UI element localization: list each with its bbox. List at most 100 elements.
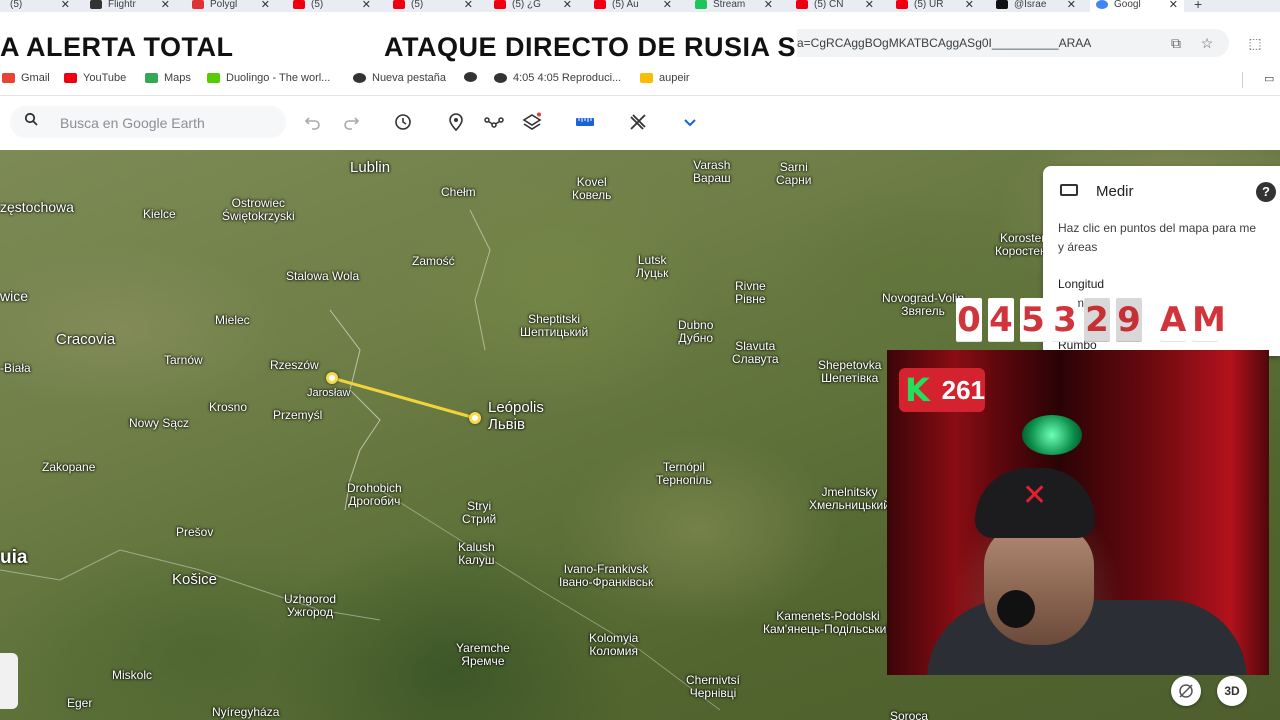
scale-tab[interactable] <box>0 653 18 709</box>
place-label: Rzeszów <box>270 358 319 372</box>
banner-text-right: ATAQUE DIRECTO DE RUSIA SO <box>384 32 797 62</box>
length-label: Longitud <box>1058 277 1105 291</box>
tab[interactable]: (5) ✕ <box>10 0 70 12</box>
bookmark-blank[interactable] <box>464 72 483 82</box>
tab[interactable]: Stream ✕ <box>695 0 773 12</box>
extensions-icon[interactable]: ⬚ <box>1246 34 1264 52</box>
place-label: Soroca <box>890 709 929 720</box>
tab[interactable]: (5) ✕ <box>293 0 371 12</box>
address-bar[interactable]: a=CgRCAggBOgMKATBCAggASg0I__________ARAA… <box>797 12 1280 72</box>
clock-digit: 2 <box>1084 298 1110 342</box>
x-icon <box>996 0 1008 9</box>
clock-overlay: 0 4 5 3 2 9 A M <box>956 295 1226 345</box>
place-label: Zakopane <box>42 460 96 474</box>
measure-title: Medir <box>1096 183 1134 200</box>
place-label: Kielce <box>143 207 176 221</box>
folder-icon[interactable]: ▭ <box>1264 72 1274 85</box>
search-box[interactable]: Busca en Google Earth <box>10 106 286 138</box>
place-label: Uzhgorod Ужгород <box>284 592 337 620</box>
place-label: Krosno <box>209 400 248 414</box>
bookmark-star-icon[interactable]: ☆ <box>1198 34 1216 52</box>
measure-point-start[interactable] <box>326 372 338 384</box>
place-label: wice <box>0 288 29 304</box>
tab[interactable]: Flightr ✕ <box>90 0 170 12</box>
place-label: Košice <box>172 571 218 588</box>
install-app-icon[interactable]: ⧉ <box>1167 34 1185 52</box>
place-label: Jarosław <box>307 387 351 399</box>
place-label: Drohobich Дрогобич <box>347 481 402 509</box>
kick-icon <box>695 0 707 9</box>
close-icon[interactable]: ✕ <box>362 0 371 11</box>
webcam-overlay: ✕ K 261 <box>887 350 1269 675</box>
tab-label: Flightr <box>108 0 136 10</box>
youtube-icon <box>594 0 606 9</box>
search-placeholder: Busca en Google Earth <box>60 115 205 131</box>
3d-toggle-button[interactable]: 3D <box>1217 676 1247 706</box>
place-label: Stryi Стрий <box>462 499 497 527</box>
close-icon[interactable]: ✕ <box>965 0 974 11</box>
redo-icon[interactable] <box>339 110 363 134</box>
close-icon[interactable]: ✕ <box>1067 0 1076 11</box>
place-label: Ostrowiec Świętokrzyski <box>222 196 295 224</box>
bookmark-new-tab[interactable]: Nueva pestaña <box>353 72 446 84</box>
place-label: Cracovia <box>56 331 116 348</box>
place-label: Nowy Sącz <box>129 416 190 430</box>
bookmark-reproduction[interactable]: 4:05 4:05 Reproduci... <box>494 72 621 84</box>
place-label: Sarni Сарни <box>776 160 812 188</box>
history-icon[interactable] <box>391 110 415 134</box>
tab[interactable]: Polygl ✕ <box>192 0 270 12</box>
url-text: a=CgRCAggBOgMKATBCAggASg0I__________ARAA <box>797 36 1092 50</box>
placemark-icon[interactable] <box>444 110 468 134</box>
layers-icon[interactable] <box>520 110 544 134</box>
place-label: Ivano-Frankivsk Івано-Франківськ <box>559 562 654 590</box>
close-icon[interactable]: ✕ <box>464 0 473 11</box>
gmail-icon <box>2 73 15 83</box>
ruler-icon[interactable] <box>573 110 597 134</box>
chevron-down-icon[interactable] <box>678 110 702 134</box>
place-label: Rivne Рівне <box>735 279 766 307</box>
place-label: Lutsk Луцьк <box>636 253 669 281</box>
bookmark-gmail[interactable]: Gmail <box>2 72 50 84</box>
bookmark-youtube[interactable]: YouTube <box>64 72 126 84</box>
tab[interactable]: @Israe ✕ <box>996 0 1076 12</box>
help-icon[interactable]: ? <box>1256 182 1276 202</box>
viewer-count: 261 <box>941 374 985 405</box>
close-icon[interactable]: ✕ <box>563 0 572 11</box>
place-label: Miskolc <box>112 668 153 682</box>
tab-active[interactable]: Googl ✕ <box>1090 0 1184 12</box>
tab[interactable]: (5) UR ✕ <box>896 0 974 12</box>
bookmark-aupeir[interactable]: aupeir <box>640 72 690 84</box>
close-icon[interactable]: ✕ <box>1169 0 1178 11</box>
globe-icon <box>353 73 366 83</box>
tab-label: (5) CN <box>814 0 844 10</box>
tab-label: (5) ¿G <box>512 0 541 10</box>
favicon-icon <box>192 0 204 9</box>
place-label: zęstochowa <box>0 199 74 215</box>
path-icon[interactable] <box>482 110 506 134</box>
undo-icon[interactable] <box>301 110 325 134</box>
close-icon[interactable]: ✕ <box>764 0 773 11</box>
youtube-icon <box>494 0 506 9</box>
close-icon[interactable]: ✕ <box>161 0 170 11</box>
close-icon[interactable]: ✕ <box>865 0 874 11</box>
tab[interactable]: (5) CN ✕ <box>796 0 874 12</box>
tab-label: @Israe <box>1014 0 1047 10</box>
close-icon[interactable]: ✕ <box>261 0 270 11</box>
viewer-counter: K 261 <box>899 368 985 412</box>
place-label: Shepetovka Шепетівка <box>818 358 882 386</box>
clock-digit: 4 <box>988 298 1014 342</box>
tab[interactable]: (5) ¿G ✕ <box>494 0 572 12</box>
close-icon[interactable]: ✕ <box>61 0 70 11</box>
close-icon[interactable]: ✕ <box>663 0 672 11</box>
tab[interactable]: (5) ✕ <box>393 0 473 12</box>
clock-digit: 9 <box>1116 298 1142 342</box>
tab[interactable]: (5) Au ✕ <box>594 0 672 12</box>
bookmark-duolingo[interactable]: Duolingo - The worl... <box>207 72 330 84</box>
measure-point-end[interactable] <box>469 412 481 424</box>
bookmark-maps[interactable]: Maps <box>145 72 191 84</box>
new-tab-button[interactable]: + <box>1194 0 1208 12</box>
bookmarks-divider <box>1242 72 1243 88</box>
banner-text-left: A ALERTA TOTAL <box>0 32 234 62</box>
tools-icon[interactable] <box>626 110 650 134</box>
compass-icon[interactable] <box>1171 676 1201 706</box>
